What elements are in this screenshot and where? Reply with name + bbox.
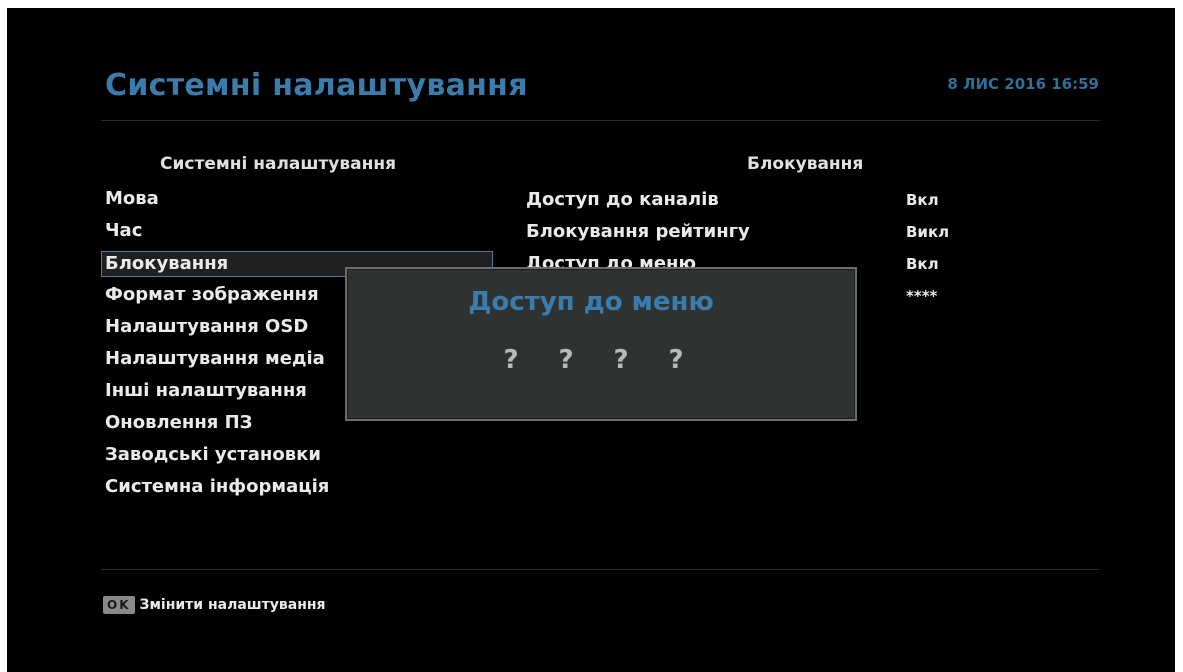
pin-entry[interactable]: ? ? ? ? (500, 345, 687, 375)
setting-row-channel-access[interactable]: Доступ до каналів Вкл (526, 185, 986, 217)
menu-item-time[interactable]: Час (101, 216, 493, 248)
pin-digit[interactable]: ? (555, 345, 577, 375)
footer-hint-label: Змінити налаштування (139, 597, 326, 613)
left-panel-header: Системні налаштування (160, 154, 396, 174)
setting-label: Блокування рейтингу (526, 221, 750, 242)
page-title: Системні налаштування (105, 68, 528, 103)
setting-value: Вкл (906, 191, 939, 209)
setting-value: Вкл (906, 255, 939, 273)
pin-digit[interactable]: ? (665, 345, 687, 375)
header-divider (101, 120, 1100, 121)
right-panel-header: Блокування (747, 154, 864, 174)
menu-item-system-info[interactable]: Системна інформація (101, 472, 493, 504)
password-mask: **** (906, 287, 938, 305)
pin-digit[interactable]: ? (500, 345, 522, 375)
tv-screen: Системні налаштування 8 ЛИС 2016 16:59 С… (7, 8, 1175, 672)
setting-value: Викл (906, 223, 950, 241)
menu-item-factory-reset[interactable]: Заводські установки (101, 440, 493, 472)
pin-dialog-title: Доступ до меню (468, 287, 714, 317)
footer-hint: OK Змінити налаштування (103, 596, 326, 614)
menu-item-language[interactable]: Мова (101, 184, 493, 216)
pin-digit[interactable]: ? (610, 345, 632, 375)
pin-dialog: Доступ до меню ? ? ? ? (345, 267, 857, 421)
setting-row-rating-lock[interactable]: Блокування рейтингу Викл (526, 217, 986, 249)
datetime: 8 ЛИС 2016 16:59 (947, 75, 1099, 93)
footer-divider (101, 569, 1100, 570)
setting-label: Доступ до каналів (526, 189, 719, 210)
ok-key-icon: OK (103, 596, 135, 614)
